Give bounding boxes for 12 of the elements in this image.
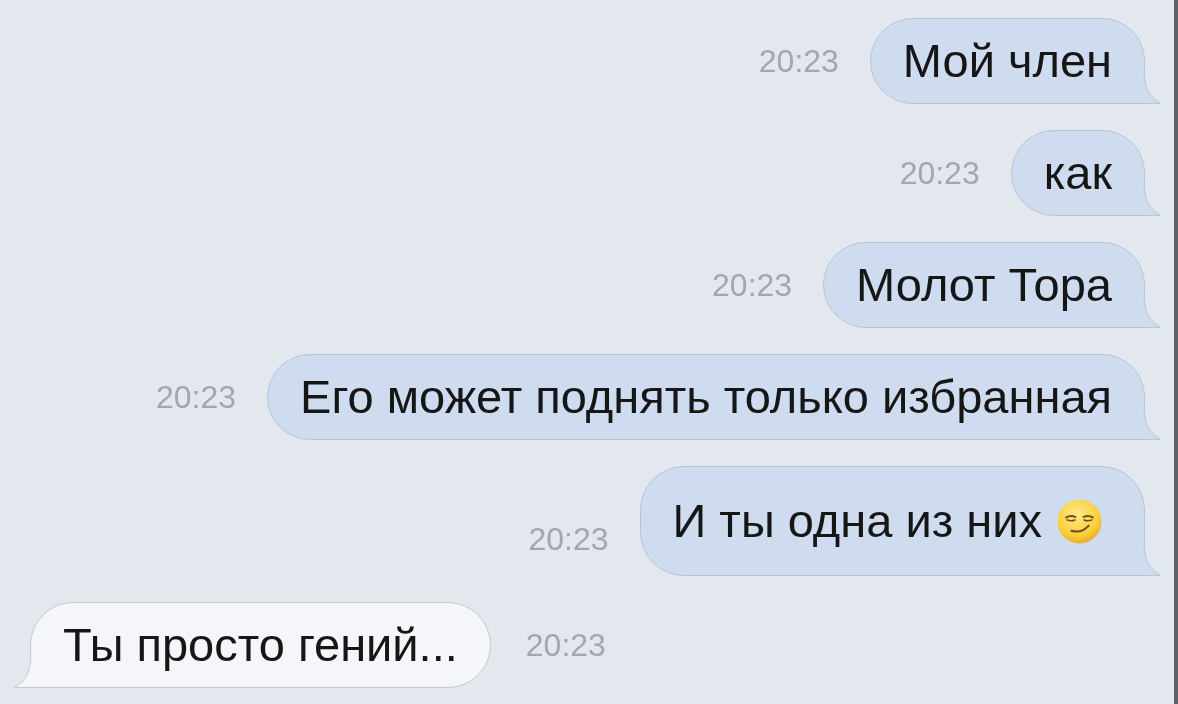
message-time: 20:23	[899, 154, 980, 192]
message-time: 20:23	[156, 378, 237, 416]
message-text: Его может поднять только избранная	[300, 370, 1112, 424]
message-text: И ты одна из них	[672, 494, 1042, 548]
message-time: 20:23	[528, 520, 609, 558]
message-text: Ты просто гений...	[63, 618, 458, 672]
message-text: Молот Тора	[856, 258, 1112, 312]
message-text: как	[1043, 146, 1112, 200]
message-time: 20:23	[712, 266, 793, 304]
message-time: 20:23	[525, 626, 606, 664]
message-text: Мой член	[902, 34, 1112, 88]
message-time: 20:23	[758, 42, 839, 80]
